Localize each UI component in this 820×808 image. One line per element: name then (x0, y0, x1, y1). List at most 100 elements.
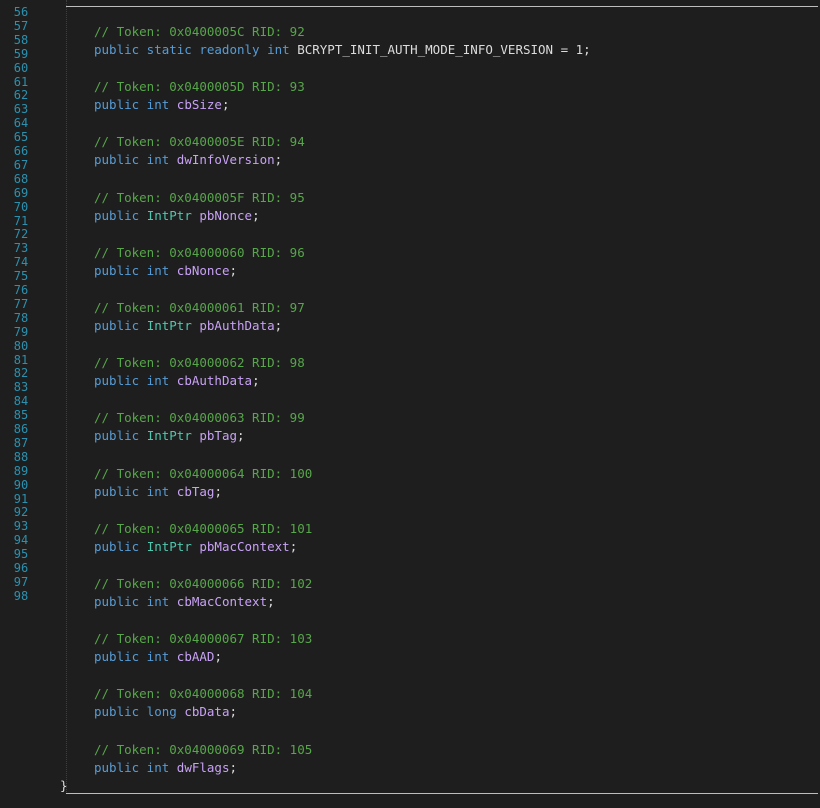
line-number: 60 (13, 60, 29, 75)
field-type: IntPtr (146, 318, 192, 333)
closing-brace: } (60, 778, 68, 793)
field-name[interactable]: pbMacContext (199, 539, 289, 554)
field-modifiers: public int (94, 152, 177, 168)
field-declaration: public int cbTag; (94, 484, 222, 500)
line-number: 61 (13, 74, 29, 89)
line-number: 95 (13, 547, 29, 562)
field-name[interactable]: pbTag (199, 428, 237, 443)
field-name[interactable]: pbAuthData (199, 318, 274, 333)
field-declaration: public int cbMacContext; (94, 594, 275, 610)
line-number: 90 (13, 477, 29, 492)
line-number: 81 (13, 352, 29, 367)
token-comment: // Token: 0x04000069 RID: 105 (94, 741, 313, 757)
token-comment: // Token: 0x04000062 RID: 98 (94, 355, 305, 371)
line-number: 97 (13, 574, 29, 589)
line-number: 89 (13, 463, 29, 478)
token-comment: // Token: 0x04000061 RID: 97 (94, 300, 305, 315)
token-comment: // Token: 0x04000060 RID: 96 (94, 244, 305, 260)
token-comment: // Token: 0x0400005D RID: 93 (94, 79, 305, 95)
line-number: 67 (13, 157, 29, 172)
code-area[interactable]: } // Token: 0x0400005C RID: 92 public sta… (44, 0, 820, 808)
field-name[interactable]: cbNonce (177, 263, 230, 278)
token-comment: // Token: 0x04000064 RID: 100 (94, 465, 313, 481)
field-name[interactable]: dwInfoVersion (177, 152, 275, 167)
field-name[interactable]: cbSize (177, 97, 222, 112)
token-comment: // Token: 0x04000066 RID: 102 (94, 576, 313, 591)
field-modifiers: public (94, 207, 147, 223)
field-declaration: public IntPtr pbMacContext; (94, 539, 297, 555)
field-name[interactable]: BCRYPT_INIT_AUTH_MODE_INFO_VERSION (297, 42, 553, 57)
field-name[interactable]: cbTag (177, 484, 215, 499)
field-terminator: ; (229, 704, 237, 720)
field-name[interactable]: cbData (184, 704, 229, 719)
token-comment: // Token: 0x04000068 RID: 104 (94, 686, 313, 702)
line-number: 72 (13, 227, 29, 242)
field-terminator: ; (267, 594, 275, 609)
line-number: 92 (13, 505, 29, 520)
field-name[interactable]: cbAAD (177, 649, 215, 664)
field-declaration: public int cbSize; (94, 97, 229, 113)
line-number: 63 (13, 102, 29, 117)
line-number: 77 (13, 296, 29, 311)
field-modifiers: public int (94, 649, 177, 665)
line-number: 84 (13, 394, 29, 409)
token-comment: // Token: 0x04000065 RID: 101 (94, 520, 313, 536)
line-number: 82 (13, 366, 29, 381)
field-declaration: public int dwFlags; (94, 760, 237, 776)
field-modifiers: public static readonly int (94, 42, 298, 57)
field-modifiers: public int (94, 262, 177, 278)
line-number: 85 (13, 408, 29, 423)
field-declaration: public IntPtr pbTag; (94, 428, 245, 444)
field-type: IntPtr (146, 538, 192, 554)
line-number: 96 (13, 561, 29, 575)
line-number: 56 (13, 5, 29, 19)
line-number: 76 (13, 283, 29, 297)
field-name[interactable]: cbMacContext (177, 594, 267, 609)
token-comment: // Token: 0x0400005C RID: 92 (94, 24, 305, 39)
field-terminator: ; (214, 483, 222, 499)
line-number: 75 (13, 269, 29, 284)
line-number: 94 (13, 533, 29, 548)
field-declaration: public int cbAuthData; (94, 373, 260, 389)
field-declaration: public long cbData; (94, 704, 237, 720)
field-terminator: ; (221, 97, 230, 113)
field-name[interactable]: pbNonce (199, 208, 252, 223)
line-number: 68 (13, 171, 29, 186)
field-declaration: public int dwInfoVersion; (94, 152, 282, 168)
field-terminator: ; (229, 262, 238, 278)
field-terminator: = 1; (553, 42, 591, 57)
field-terminator: ; (229, 759, 238, 775)
line-number-gutter: 56 57 58 59 60 61 62 63 64 65 66 67 68 69 70 71 72 73 74 75… (0, 0, 44, 808)
line-number: 73 (13, 241, 29, 256)
line-number: 79 (13, 324, 29, 339)
field-modifiers: public int (94, 97, 177, 113)
line-number: 98 (13, 588, 29, 603)
line-number: 83 (13, 380, 29, 395)
line-number: 66 (13, 144, 29, 158)
field-terminator: ; (252, 207, 260, 223)
code-editor[interactable]: 56 57 58 59 60 61 62 63 64 65 66 67 68 69 70 71 72 73 74 75… (0, 0, 820, 808)
field-declaration: public int cbAAD; (94, 649, 222, 665)
field-terminator: ; (274, 318, 283, 333)
line-number: 58 (13, 32, 29, 47)
field-modifiers: public int (94, 594, 177, 609)
field-name[interactable]: dwFlags (177, 760, 230, 775)
field-modifiers: public (94, 428, 147, 444)
line-number: 71 (13, 213, 29, 228)
token-comment: // Token: 0x0400005F RID: 95 (94, 189, 305, 205)
token-comment: // Token: 0x04000067 RID: 103 (94, 631, 313, 647)
field-declaration: public int cbNonce; (94, 263, 237, 279)
indent-guide (66, 0, 67, 792)
field-modifiers: public int (94, 373, 177, 389)
method-separator-top (66, 6, 818, 7)
field-terminator: ; (252, 373, 260, 389)
line-number: 88 (13, 449, 29, 464)
line-number: 74 (13, 255, 29, 270)
field-name[interactable]: cbAuthData (177, 373, 252, 388)
line-number: 80 (13, 338, 29, 353)
method-separator-bottom (66, 793, 818, 794)
field-modifiers: public (94, 318, 147, 333)
field-declaration: public static readonly int BCRYPT_INIT_A… (94, 42, 591, 58)
line-number: 64 (13, 116, 29, 131)
line-number: 70 (13, 199, 29, 214)
